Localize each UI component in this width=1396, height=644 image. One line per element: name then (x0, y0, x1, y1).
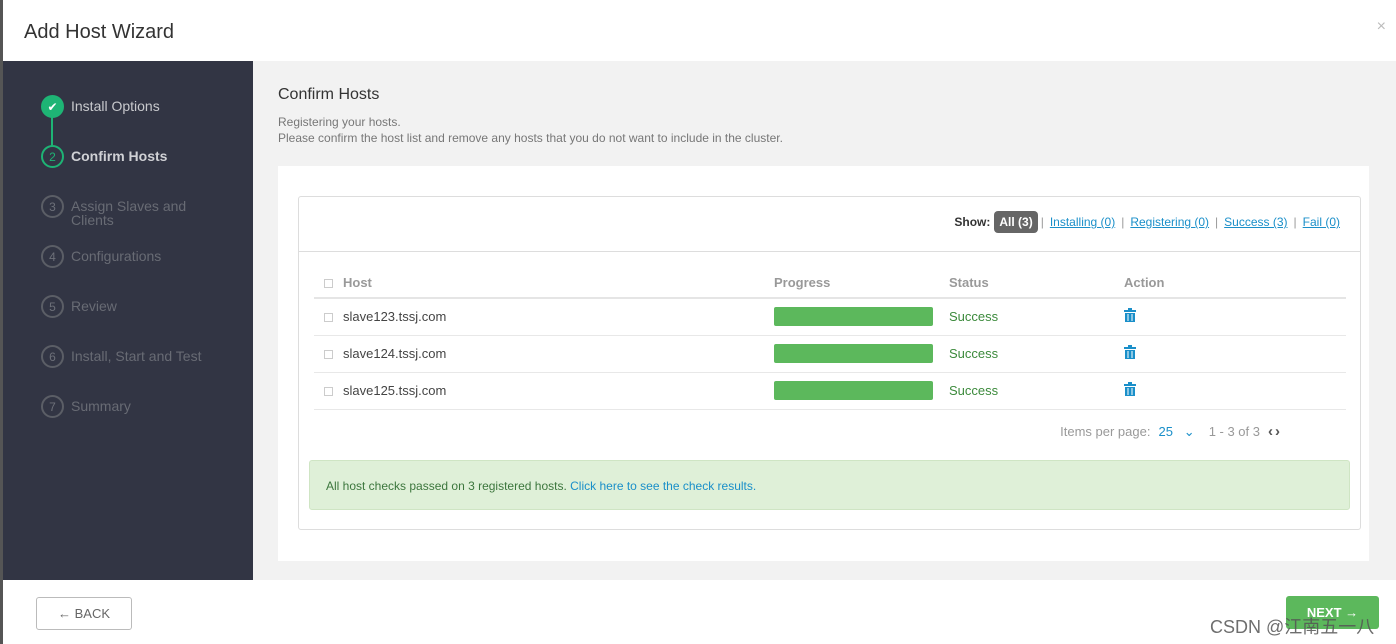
page-title: Confirm Hosts (278, 86, 380, 103)
chevron-down-icon: ⌄ (1183, 423, 1195, 439)
host-cell: slave125.tssj.com (314, 372, 774, 410)
step-install-start-test: 6 Install, Start and Test (41, 345, 211, 368)
filter-label: Show: (954, 215, 991, 229)
filter-all[interactable]: All (3) (994, 211, 1038, 233)
hosts-panel: Show: All (3) | Installing (0) | Registe… (298, 196, 1361, 530)
separator: | (1293, 215, 1297, 229)
progress-bar (774, 344, 933, 363)
watermark: CSDN @江南五一八 (1210, 617, 1375, 637)
status-text: Success (949, 372, 1124, 410)
prev-page-icon[interactable]: ‹ (1268, 423, 1273, 440)
back-button[interactable]: ← BACK (36, 597, 132, 630)
step-number: 7 (41, 395, 64, 418)
host-check-alert: All host checks passed on 3 registered h… (309, 460, 1350, 510)
filter-registering[interactable]: Registering (0) (1130, 215, 1209, 229)
progress-bar (774, 381, 933, 400)
wizard-steps-sidebar: ✔ Install Options 2 Confirm Hosts 3 Assign … (0, 61, 253, 580)
step-number: 2 (41, 145, 64, 168)
table-row: slave123.tssj.com Success (314, 298, 1346, 336)
items-per-page-label: Items per page: (1060, 424, 1151, 439)
host-cell: slave124.tssj.com (314, 335, 774, 373)
row-checkbox[interactable] (324, 350, 333, 360)
action-cell (1124, 335, 1346, 373)
step-review: 5 Review (41, 295, 211, 318)
separator: | (1040, 215, 1044, 229)
filter-installing[interactable]: Installing (0) (1050, 215, 1115, 229)
step-connector (51, 115, 53, 147)
host-name: slave124.tssj.com (343, 346, 447, 361)
wizard-title: Add Host Wizard (24, 21, 175, 43)
step-label: Review (71, 298, 117, 314)
step-summary: 7 Summary (41, 395, 211, 418)
row-checkbox[interactable] (324, 387, 333, 397)
trash-icon[interactable] (1124, 308, 1136, 323)
col-progress: Progress (774, 267, 949, 299)
separator: | (1121, 215, 1125, 229)
page-description: Registering your hosts. Please confirm t… (278, 114, 783, 146)
step-label: Confirm Hosts (71, 148, 168, 164)
table-row: slave124.tssj.com Success (314, 335, 1346, 373)
close-icon[interactable]: × (1377, 18, 1386, 36)
page-range: 1 - 3 of 3 (1208, 424, 1260, 439)
filter-success[interactable]: Success (3) (1224, 215, 1287, 229)
main-content: Confirm Hosts Registering your hosts. Pl… (253, 61, 1396, 580)
status-text: Success (949, 298, 1124, 336)
host-name: slave123.tssj.com (343, 309, 447, 325)
wizard-header: Add Host Wizard × (0, 0, 1396, 61)
host-cell: slave123.tssj.com (314, 298, 774, 336)
status-filter: Show: All (3) | Installing (0) | Registe… (954, 211, 1343, 233)
table-row: slave125.tssj.com Success (314, 372, 1346, 410)
row-checkbox[interactable] (324, 313, 333, 323)
step-number: 5 (41, 295, 64, 318)
col-status: Status (949, 267, 1124, 299)
status-text: Success (949, 335, 1124, 373)
hosts-table: Host Progress Status Action slave123.tss… (314, 267, 1346, 410)
separator: | (1215, 215, 1219, 229)
step-number: 4 (41, 245, 64, 268)
step-label: Assign Slaves and Clients (71, 198, 187, 228)
items-per-page-select[interactable]: 25 ⌄ (1158, 424, 1194, 440)
items-per-page-value: 25 (1158, 423, 1173, 439)
action-cell (1124, 298, 1346, 336)
col-action: Action (1124, 267, 1346, 299)
progress-cell (774, 298, 949, 336)
action-cell (1124, 372, 1346, 410)
hosts-card: Show: All (3) | Installing (0) | Registe… (278, 166, 1369, 561)
step-number: 3 (41, 195, 64, 218)
col-host: Host (314, 267, 774, 299)
step-number: 6 (41, 345, 64, 368)
step-assign-slaves: 3 Assign Slaves and Clients (41, 195, 211, 227)
step-configurations: 4 Configurations (41, 245, 211, 268)
progress-cell (774, 335, 949, 373)
divider (299, 251, 1360, 252)
step-install-options[interactable]: ✔ Install Options (41, 95, 211, 118)
trash-icon[interactable] (1124, 345, 1136, 359)
pagination: Items per page: 25 ⌄ 1 - 3 of 3 ‹ › (1060, 423, 1280, 440)
filter-fail[interactable]: Fail (0) (1303, 215, 1340, 229)
trash-icon[interactable] (1124, 382, 1136, 396)
step-label: Configurations (71, 248, 162, 264)
step-label: Install Options (71, 98, 160, 114)
wizard-footer: ← BACK NEXT → (0, 580, 1396, 644)
step-label: Summary (71, 398, 131, 414)
progress-bar (774, 307, 933, 327)
step-confirm-hosts[interactable]: 2 Confirm Hosts (41, 145, 211, 168)
header-label: Host (343, 274, 372, 290)
check-icon: ✔ (41, 95, 64, 118)
step-label: Install, Start and Test (71, 348, 202, 364)
description-line: Registering your hosts. (278, 115, 401, 129)
host-name: slave125.tssj.com (343, 383, 447, 398)
progress-cell (774, 372, 949, 410)
select-all-checkbox[interactable] (324, 278, 333, 288)
check-results-link[interactable]: Click here to see the check results. (570, 479, 756, 493)
description-line: Please confirm the host list and remove … (278, 131, 783, 145)
alert-text: All host checks passed on 3 registered h… (326, 479, 571, 493)
next-page-icon[interactable]: › (1275, 423, 1280, 440)
